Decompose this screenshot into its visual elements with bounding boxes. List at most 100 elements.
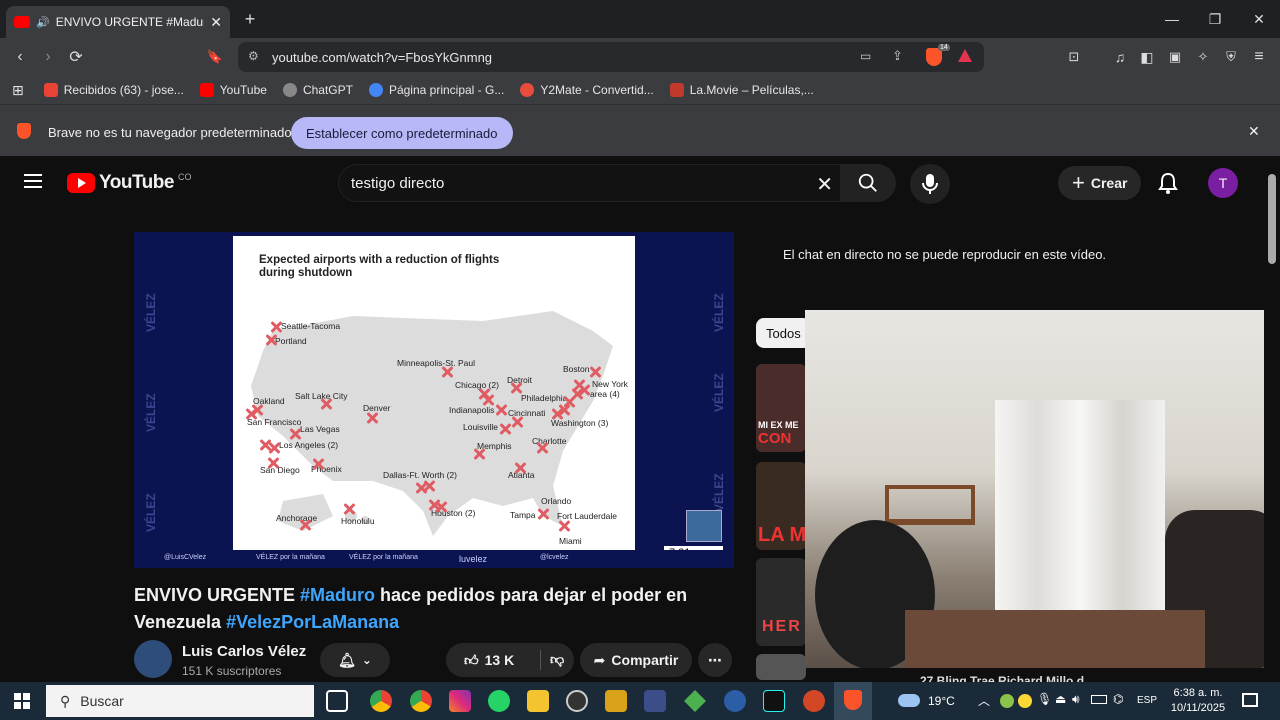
hashtag-link[interactable]: #VelezPorLaManana [226, 612, 399, 632]
network-icon[interactable]: ⌬ [1113, 692, 1123, 706]
search-button[interactable] [840, 164, 896, 202]
tray-chevron-icon[interactable]: ︿ [978, 692, 990, 709]
page-scrollbar[interactable] [1264, 156, 1280, 680]
clear-search-icon[interactable]: ✕ [816, 172, 833, 197]
airport-marker [267, 457, 279, 469]
whatsapp-icon[interactable] [488, 690, 510, 712]
minimize-button[interactable]: — [1160, 8, 1184, 30]
new-tab-button[interactable]: + [238, 8, 262, 30]
file-explorer-icon[interactable] [527, 690, 549, 712]
city-label: Honolulu [341, 516, 375, 526]
powerpoint-icon[interactable] [803, 690, 825, 712]
recommended-thumbnail[interactable] [756, 654, 806, 680]
cast-icon[interactable]: ▭ [860, 49, 871, 63]
tray-icon[interactable] [1018, 694, 1032, 708]
windows-start-icon[interactable] [14, 693, 30, 709]
bookmark-item-google[interactable]: Página principal - G... [368, 83, 504, 97]
wallet-icon[interactable]: ▣ [1163, 46, 1187, 68]
usb-tray-icon[interactable]: ⏏ [1055, 692, 1066, 706]
airport-marker [435, 501, 447, 513]
audio-playing-icon[interactable]: 🔊 [36, 16, 50, 29]
weather-cloud-icon[interactable] [898, 694, 920, 707]
set-default-button[interactable]: Establecer como predeterminado [291, 117, 513, 149]
back-button[interactable]: ‹ [8, 46, 32, 68]
airport-marker [499, 423, 511, 435]
notifications-subscribe-button[interactable]: 🔔︎ ⌄ [320, 643, 390, 677]
app-icon[interactable] [605, 690, 627, 712]
music-icon[interactable]: ♫ [1108, 46, 1132, 68]
more-actions-button[interactable]: ⋯ [698, 643, 732, 677]
menu-icon[interactable]: ≡ [1247, 46, 1271, 68]
chevron-down-icon: ⌄ [361, 653, 372, 667]
taskbar-clock[interactable]: 6:38 a. m. 10/11/2025 [1163, 686, 1233, 716]
notifications-icon[interactable] [1242, 693, 1258, 707]
forward-button[interactable]: › [36, 46, 60, 68]
share-arrow-icon: ➦ [593, 651, 606, 668]
tab-title: ENVIVO URGENTE #Maduro h [55, 15, 205, 29]
instagram-icon[interactable] [449, 690, 471, 712]
site-info-icon[interactable]: ⚙ [248, 49, 259, 63]
reload-button[interactable]: ⟳ [64, 46, 88, 68]
bookmark-item-lamovie[interactable]: La.Movie – Películas,... [669, 83, 814, 97]
brave-active-app[interactable] [834, 682, 872, 720]
like-button[interactable]: 👍︎ 13 K 👎︎ [446, 643, 574, 677]
bookmark-icon[interactable]: 🔖 [203, 46, 227, 68]
microphone-tray-icon[interactable]: 🎙︎ [1037, 692, 1052, 706]
bell-icon: 🔔︎ [338, 651, 356, 668]
bookmark-item-chatgpt[interactable]: ChatGPT [282, 83, 353, 97]
tab-close-icon[interactable]: ✕ [210, 14, 222, 31]
apps-grid-icon[interactable]: ⊞ [12, 82, 24, 99]
battery-icon[interactable] [1091, 695, 1107, 704]
app-icon[interactable] [566, 690, 588, 712]
task-view-icon[interactable] [326, 690, 348, 712]
channel-name[interactable]: Luis Carlos Vélez [182, 643, 306, 660]
search-input[interactable]: testigo directo ✕ [338, 164, 844, 202]
maximize-button[interactable]: ❐ [1203, 8, 1227, 30]
recommended-thumbnail[interactable]: LA M [756, 462, 806, 550]
channel-avatar[interactable] [134, 640, 172, 678]
hashtag-link[interactable]: #Maduro [300, 585, 375, 605]
app-icon[interactable] [644, 690, 666, 712]
leo-ai-icon[interactable]: ✧ [1191, 46, 1215, 68]
thumbs-down-icon[interactable]: 👎︎ [550, 651, 564, 668]
bookmark-item-y2mate[interactable]: Y2Mate - Convertid... [520, 83, 654, 97]
recommended-thumbnail[interactable]: HER [756, 558, 806, 646]
close-window-button[interactable]: ✕ [1247, 8, 1271, 30]
sidebar-toggle-icon[interactable]: ◧ [1135, 46, 1159, 68]
create-label: Crear [1090, 175, 1128, 191]
vpn-shield-icon[interactable]: ⛨ [1219, 46, 1243, 68]
video-player[interactable]: VÉLEZ VÉLEZ VÉLEZ VÉLEZ VÉLEZ VÉLEZ Expe… [134, 232, 734, 568]
browser-tab-active[interactable]: 🔊 ENVIVO URGENTE #Maduro h ✕ [6, 6, 230, 38]
app-icon[interactable] [684, 690, 706, 712]
chrome-icon[interactable] [410, 690, 432, 712]
chrome-icon[interactable] [370, 690, 392, 712]
recommended-thumbnail[interactable]: MI EX ME CON [756, 364, 806, 452]
city-label: Minneapolis-St. Paul [397, 358, 475, 368]
bookmark-item-youtube[interactable]: YouTube [199, 83, 267, 97]
taskbar-search-input[interactable]: ⚲ Buscar [46, 685, 314, 717]
bookmark-item-gmail[interactable]: Recibidos (63) - jose... [43, 83, 184, 97]
wall-shelf [885, 485, 975, 525]
app-icon[interactable] [724, 690, 746, 712]
volume-icon[interactable]: 🔊︎ [1072, 692, 1080, 707]
filter-chip-todos[interactable]: Todos [756, 318, 811, 348]
url-text: youtube.com/watch?v=FbosYkGnmng [272, 49, 493, 65]
airport-marker [510, 382, 522, 394]
youtube-logo[interactable]: YouTube CO [67, 172, 191, 194]
voice-search-button[interactable] [910, 164, 950, 204]
avatar[interactable]: T [1208, 168, 1238, 198]
screenshot-icon[interactable]: ⊡ [1062, 46, 1086, 68]
share-icon[interactable]: ⇪ [892, 48, 903, 64]
infobar-close-icon[interactable]: ✕ [1248, 123, 1260, 140]
address-bar[interactable]: ⚙ youtube.com/watch?v=FbosYkGnmng ▭ ⇪ 14 [238, 42, 984, 72]
notifications-bell-icon[interactable] [1158, 172, 1178, 194]
tray-icon[interactable] [1000, 694, 1014, 708]
create-button[interactable]: + Crear [1058, 166, 1142, 200]
language-indicator[interactable]: ESP [1137, 695, 1157, 706]
hamburger-menu-icon[interactable] [24, 174, 42, 188]
airport-marker [473, 448, 485, 460]
share-button[interactable]: ➦ Compartir [580, 643, 692, 677]
brave-rewards-icon[interactable] [958, 49, 972, 62]
weather-temp[interactable]: 19°C [928, 694, 955, 708]
tiktok-icon[interactable] [763, 690, 785, 712]
